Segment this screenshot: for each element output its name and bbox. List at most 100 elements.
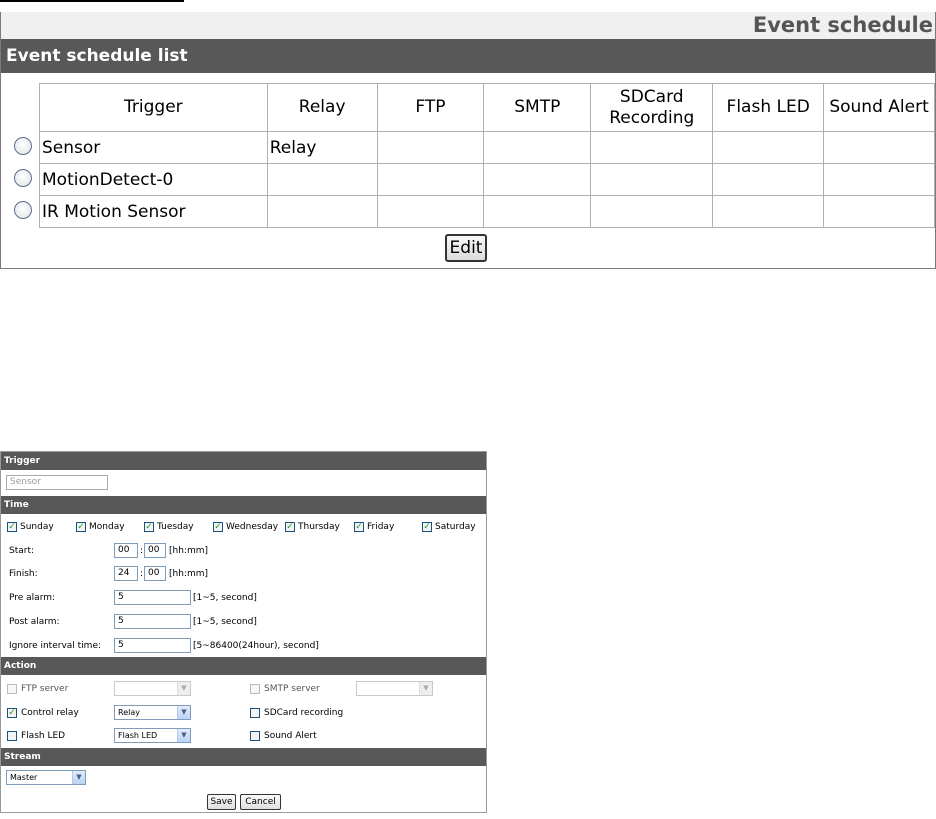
table-row[interactable]: MotionDetect-0 [39, 163, 935, 196]
cell-sdcard [590, 163, 714, 196]
cell-smtp [483, 131, 592, 164]
chevron-down-icon: ▼ [419, 682, 432, 695]
cell-smtp [483, 195, 592, 228]
checkbox-sunday[interactable]: ✓ [7, 522, 17, 532]
cell-relay [266, 163, 378, 196]
post-alarm-hint: [1~5, second] [193, 617, 257, 627]
table-row[interactable]: IR Motion Sensor [39, 195, 935, 228]
page-header: Event schedule [1, 12, 935, 39]
checkbox-monday[interactable]: ✓ [76, 522, 86, 532]
event-schedule-table: Trigger Relay FTP SMTP SDCard Recording … [39, 83, 935, 228]
ftp-server-select[interactable]: ▼ [114, 681, 191, 696]
flash-led-select-value: Flash LED [118, 731, 158, 740]
label-monday: Monday [89, 522, 125, 532]
cell-flash-led [712, 131, 825, 164]
label-tuesday: Tuesday [157, 522, 194, 532]
finish-hour-input[interactable]: 24 [114, 566, 138, 581]
label-friday: Friday [367, 522, 395, 532]
cell-relay: Relay [266, 131, 378, 164]
label-ftp-server: FTP server [21, 684, 69, 694]
section-time: Time [1, 496, 486, 514]
label-sdcard-recording: SDCard recording [264, 708, 344, 718]
column-header-relay: Relay [266, 83, 378, 132]
cancel-button[interactable]: Cancel [240, 794, 281, 810]
cell-sound-alert [823, 163, 935, 196]
label-wednesday: Wednesday [226, 522, 279, 532]
ignore-interval-label: Ignore interval time: [9, 641, 102, 651]
cell-flash-led [712, 195, 825, 228]
checkbox-tuesday[interactable]: ✓ [144, 522, 154, 532]
cell-trigger: IR Motion Sensor [39, 195, 268, 228]
label-flash-led: Flash LED [21, 731, 66, 741]
radio-icon-ir-motion[interactable] [14, 201, 32, 219]
checkbox-smtp-server[interactable]: ✓ [250, 684, 260, 694]
radio-icon-sensor[interactable] [14, 137, 32, 155]
post-alarm-input[interactable]: 5 [114, 614, 191, 629]
checkbox-sdcard-recording[interactable]: ✓ [250, 708, 260, 718]
section-action: Action [1, 657, 486, 675]
pre-alarm-input[interactable]: 5 [114, 590, 191, 605]
section-stream: Stream [1, 748, 486, 766]
flash-led-select[interactable]: Flash LED ▼ [114, 728, 191, 743]
column-header-trigger: Trigger [39, 83, 268, 132]
post-alarm-label: Post alarm: [9, 617, 60, 627]
cell-flash-led [712, 163, 825, 196]
finish-minute-input[interactable]: 00 [144, 566, 166, 581]
label-sound-alert: Sound Alert [264, 731, 317, 741]
checkbox-ftp-server[interactable]: ✓ [7, 684, 17, 694]
smtp-server-select[interactable]: ▼ [356, 681, 433, 696]
stream-select-value: Master [10, 773, 38, 782]
checkbox-friday[interactable]: ✓ [354, 522, 364, 532]
save-button[interactable]: Save [207, 794, 236, 810]
finish-colon: : [140, 569, 144, 579]
event-schedule-list-title: Event schedule list [1, 39, 935, 73]
label-smtp-server: SMTP server [264, 684, 320, 694]
cell-sound-alert [823, 195, 935, 228]
top-underline [0, 0, 184, 2]
start-minute-input[interactable]: 00 [144, 543, 166, 558]
ignore-interval-hint: [5~86400(24hour), second] [193, 641, 319, 651]
column-header-sdcard: SDCard Recording [590, 83, 714, 132]
trigger-input[interactable]: Sensor [6, 475, 108, 490]
checkbox-wednesday[interactable]: ✓ [213, 522, 223, 532]
start-format-hint: [hh:mm] [169, 546, 208, 556]
cell-sound-alert [823, 131, 935, 164]
control-relay-select[interactable]: Relay ▼ [114, 705, 191, 720]
pre-alarm-hint: [1~5, second] [193, 593, 257, 603]
label-control-relay: Control relay [21, 708, 79, 718]
checkbox-flash-led[interactable]: ✓ [7, 731, 17, 741]
control-relay-select-value: Relay [118, 708, 140, 717]
cell-smtp [483, 163, 592, 196]
cell-sdcard [590, 195, 714, 228]
cell-ftp [376, 163, 485, 196]
label-sunday: Sunday [20, 522, 54, 532]
start-label: Start: [9, 546, 35, 556]
radio-icon-motiondetect[interactable] [14, 169, 32, 187]
checkbox-sound-alert[interactable]: ✓ [250, 731, 260, 741]
page-title: Event schedule [752, 13, 933, 37]
finish-label: Finish: [9, 569, 38, 579]
cell-relay [266, 195, 378, 228]
start-hour-input[interactable]: 00 [114, 543, 138, 558]
chevron-down-icon: ▼ [72, 771, 85, 784]
chevron-down-icon: ▼ [177, 682, 190, 695]
stream-select[interactable]: Master ▼ [6, 770, 86, 785]
cell-trigger: Sensor [39, 131, 268, 164]
ignore-interval-input[interactable]: 5 [114, 638, 191, 653]
section-trigger: Trigger [1, 452, 486, 470]
pre-alarm-label: Pre alarm: [9, 593, 56, 603]
checkbox-thursday[interactable]: ✓ [285, 522, 295, 532]
finish-format-hint: [hh:mm] [169, 569, 208, 579]
chevron-down-icon: ▼ [177, 706, 190, 719]
column-header-ftp: FTP [376, 83, 485, 132]
cell-ftp [376, 195, 485, 228]
checkbox-control-relay[interactable]: ✓ [7, 708, 17, 718]
column-header-flash-led: Flash LED [712, 83, 825, 132]
label-saturday: Saturday [435, 522, 476, 532]
edit-button[interactable]: Edit [445, 234, 487, 262]
column-header-smtp: SMTP [483, 83, 592, 132]
checkbox-saturday[interactable]: ✓ [422, 522, 432, 532]
chevron-down-icon: ▼ [177, 729, 190, 742]
start-colon: : [140, 546, 144, 556]
table-row[interactable]: Sensor Relay [39, 131, 935, 164]
